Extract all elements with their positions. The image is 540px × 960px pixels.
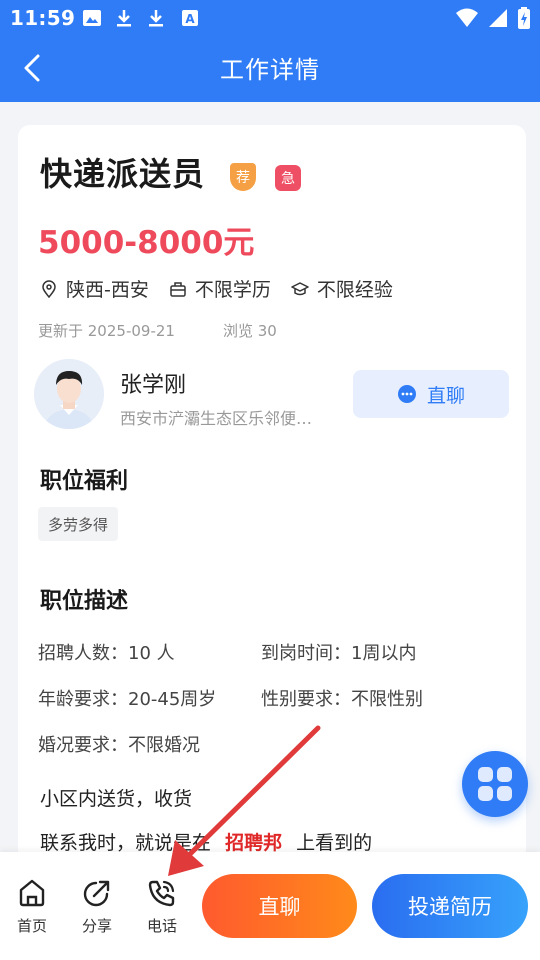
page-title: 工作详情 — [220, 56, 320, 84]
marital-requirement: 婚况要求：不限婚况 — [38, 735, 200, 756]
nav-home[interactable]: 首页 — [8, 877, 56, 936]
location-item: 陕西-西安 — [40, 275, 149, 302]
education-item: 不限学历 — [169, 275, 271, 302]
urgent-badge: 急 — [275, 165, 301, 191]
benefits-title: 职位福利 — [40, 469, 129, 494]
status-time: 11:59 — [10, 6, 76, 30]
view-count: 浏览 30 — [223, 322, 277, 340]
signal-icon — [489, 9, 507, 27]
apply-resume-button[interactable]: 投递简历 — [372, 874, 528, 938]
recruiter-avatar[interactable] — [34, 359, 104, 429]
download-icon — [117, 10, 131, 27]
download-icon — [149, 10, 163, 27]
text-notification-icon: A — [182, 10, 198, 26]
nav-share[interactable]: 分享 — [73, 877, 121, 936]
chat-button-label: 直聊 — [426, 384, 465, 407]
chat-button[interactable]: 直聊 — [353, 370, 509, 418]
chat-bubble-icon — [397, 385, 416, 403]
experience-item: 不限经验 — [291, 275, 393, 302]
phone-call-icon — [148, 880, 175, 907]
contact-suffix: 上看到的 — [296, 832, 373, 854]
battery-icon — [518, 7, 530, 29]
education-text: 不限学历 — [194, 279, 271, 301]
arrival-time: 到岗时间：1周以内 — [261, 643, 417, 664]
apps-grid-icon — [478, 767, 512, 801]
description-text: 小区内送货，收货 — [40, 788, 193, 810]
contact-prefix: 联系我时，就说是在 — [40, 832, 212, 854]
experience-text: 不限经验 — [316, 279, 393, 301]
recruiter-name: 张学刚 — [120, 373, 187, 398]
description-title: 职位描述 — [40, 589, 129, 614]
apps-float-button[interactable] — [462, 751, 528, 817]
nav-share-label: 分享 — [81, 917, 112, 935]
contact-note: 联系我时，就说是在 招聘邦 上看到的 — [40, 828, 372, 855]
benefit-chip: 多劳多得 — [38, 507, 119, 541]
wifi-icon — [456, 8, 478, 27]
recruiter-address: 西安市浐灞生态区乐邻便… — [120, 409, 313, 428]
header-bar: 11:59 A 工作详情 — [0, 0, 540, 102]
job-meta-row: 陕西-西安 不限学历 不限经验 — [40, 275, 393, 302]
gender-requirement: 性别要求：不限性别 — [261, 689, 423, 710]
bottom-action-bar: 首页 分享 电话 直聊 投递简历 — [0, 852, 540, 960]
briefcase-icon — [170, 281, 186, 297]
location-text: 陕西-西安 — [66, 279, 149, 301]
share-icon — [83, 880, 110, 907]
home-icon — [19, 879, 45, 907]
nav-phone-label: 电话 — [146, 917, 177, 935]
nav-home-label: 首页 — [16, 917, 47, 935]
bottom-chat-button[interactable]: 直聊 — [202, 874, 357, 938]
svg-text:A: A — [185, 12, 195, 26]
graduation-cap-icon — [291, 281, 309, 295]
person-avatar-icon — [34, 359, 104, 429]
status-bar: 11:59 A — [0, 0, 540, 38]
job-title: 快递派送员 — [40, 155, 206, 193]
salary: 5000-8000元 — [38, 225, 255, 261]
status-icons — [456, 7, 530, 29]
age-requirement: 年龄要求：20-45周岁 — [38, 689, 217, 710]
location-pin-icon — [42, 279, 56, 298]
job-detail-card: 快递派送员 荐 急 5000-8000元 陕西-西安 不限学历 不限经验 更新于… — [18, 125, 526, 885]
nav-phone[interactable]: 电话 — [138, 877, 186, 936]
recommend-badge: 荐 — [230, 163, 256, 191]
updated-date: 更新于 2025-09-21 — [38, 322, 175, 340]
brand-name: 招聘邦 — [225, 832, 283, 854]
image-notification-icon — [83, 10, 101, 26]
headcount: 招聘人数：10 人 — [38, 643, 175, 664]
